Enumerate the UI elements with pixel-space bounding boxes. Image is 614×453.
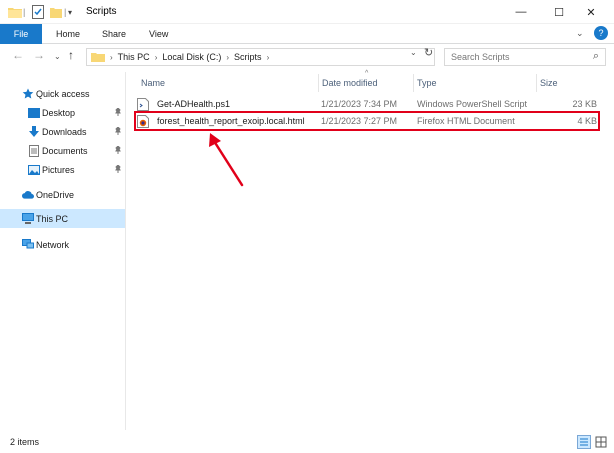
- sidebar-item-label: Network: [36, 239, 70, 250]
- sidebar-item-label: Desktop: [42, 107, 76, 118]
- column-header-type[interactable]: Type: [413, 74, 437, 92]
- details-view-button[interactable]: [577, 435, 591, 449]
- close-button[interactable]: ✕: [568, 0, 614, 24]
- sidebar-item-desktop[interactable]: Desktop: [0, 103, 125, 122]
- computer-icon: [22, 213, 34, 225]
- sidebar-item-label: Downloads: [42, 126, 87, 137]
- file-name: Get-ADHealth.ps1: [157, 99, 231, 109]
- column-header-size[interactable]: Size: [536, 74, 558, 92]
- tab-file[interactable]: File: [0, 24, 42, 44]
- search-icon: ⌕: [592, 50, 599, 62]
- address-dropdown-icon[interactable]: ⌄: [410, 48, 417, 57]
- column-header-date-modified[interactable]: Date modified: [318, 74, 378, 92]
- title-separator: |: [64, 7, 67, 17]
- properties-icon[interactable]: [32, 5, 44, 19]
- navigation-pane: Quick access Desktop Downloads Documents: [0, 72, 126, 430]
- pin-icon[interactable]: [114, 144, 122, 156]
- sidebar-item-this-pc[interactable]: This PC: [0, 209, 125, 228]
- file-type: Windows PowerShell Script: [417, 99, 528, 109]
- sidebar-item-network[interactable]: Network: [0, 235, 125, 254]
- ribbon-tabs: File Home Share View ⌄ ?: [0, 24, 614, 44]
- breadcrumb-this-pc[interactable]: This PC: [118, 52, 150, 62]
- star-icon: [22, 88, 34, 100]
- annotation-arrow-icon: [209, 133, 244, 187]
- column-header-name[interactable]: Name: [141, 74, 165, 92]
- sidebar-item-pictures[interactable]: Pictures: [0, 160, 125, 179]
- new-folder-icon[interactable]: [50, 5, 62, 19]
- details-view-icon: [580, 438, 588, 446]
- sidebar-item-label: Quick access: [36, 88, 90, 99]
- sidebar-item-quick-access[interactable]: Quick access: [0, 84, 125, 103]
- navigation-bar: ← → ⌄ ↑ › This PC › Local Disk (C:) › Sc…: [0, 44, 614, 70]
- file-date-modified: 1/21/2023 7:34 PM: [321, 99, 398, 109]
- tab-home[interactable]: Home: [56, 24, 80, 44]
- refresh-icon[interactable]: ↻: [424, 46, 433, 59]
- item-count: 2 items: [10, 437, 40, 447]
- breadcrumb-scripts[interactable]: Scripts: [234, 52, 262, 62]
- breadcrumb-local-disk[interactable]: Local Disk (C:): [162, 52, 221, 62]
- address-bar[interactable]: › This PC › Local Disk (C:) › Scripts ›: [86, 48, 435, 66]
- search-input[interactable]: Search Scripts ⌕: [444, 48, 606, 66]
- up-arrow-icon[interactable]: ↑: [68, 48, 74, 62]
- title-bar: | | ▾ Scripts — ☐ ✕: [0, 0, 614, 24]
- sidebar-item-onedrive[interactable]: OneDrive: [0, 185, 125, 204]
- window-title: Scripts: [86, 6, 117, 17]
- file-size: 23 KB: [572, 99, 597, 109]
- sidebar-item-label: OneDrive: [36, 189, 75, 200]
- sidebar-item-documents[interactable]: Documents: [0, 141, 125, 160]
- sidebar-item-label: Pictures: [42, 164, 75, 175]
- network-icon: [22, 239, 34, 251]
- pin-icon[interactable]: [114, 125, 122, 137]
- breadcrumb-separator[interactable]: ›: [267, 53, 270, 62]
- recent-locations-icon[interactable]: ⌄: [54, 52, 61, 61]
- title-separator: |: [23, 7, 26, 17]
- folder-icon: [8, 5, 22, 19]
- search-placeholder: Search Scripts: [451, 52, 510, 62]
- breadcrumb-separator[interactable]: ›: [226, 53, 229, 62]
- customize-toolbar-icon[interactable]: ▾: [68, 5, 72, 19]
- breadcrumb-separator[interactable]: ›: [155, 53, 158, 62]
- download-icon: [28, 125, 40, 138]
- breadcrumb-separator: ›: [110, 52, 113, 62]
- documents-icon: [28, 144, 40, 157]
- help-icon[interactable]: ?: [594, 26, 608, 40]
- folder-icon: [91, 53, 105, 62]
- large-icons-view-button[interactable]: [594, 435, 608, 449]
- sidebar-item-downloads[interactable]: Downloads: [0, 122, 125, 141]
- pictures-icon: [28, 164, 40, 176]
- desktop-icon: [28, 107, 40, 119]
- powershell-file-icon: [137, 98, 149, 111]
- status-bar: 2 items: [0, 430, 614, 453]
- sidebar-item-label: Documents: [42, 145, 88, 156]
- cloud-icon: [22, 189, 34, 201]
- pin-icon[interactable]: [114, 163, 122, 175]
- large-icons-view-icon: [595, 436, 607, 448]
- back-arrow-icon[interactable]: ←: [12, 48, 24, 62]
- pin-icon[interactable]: [114, 106, 122, 118]
- tab-view[interactable]: View: [149, 24, 168, 44]
- forward-arrow-icon[interactable]: →: [33, 48, 45, 62]
- sidebar-item-label: This PC: [36, 213, 69, 224]
- tab-share[interactable]: Share: [102, 24, 126, 44]
- expand-ribbon-icon[interactable]: ⌄: [576, 28, 584, 39]
